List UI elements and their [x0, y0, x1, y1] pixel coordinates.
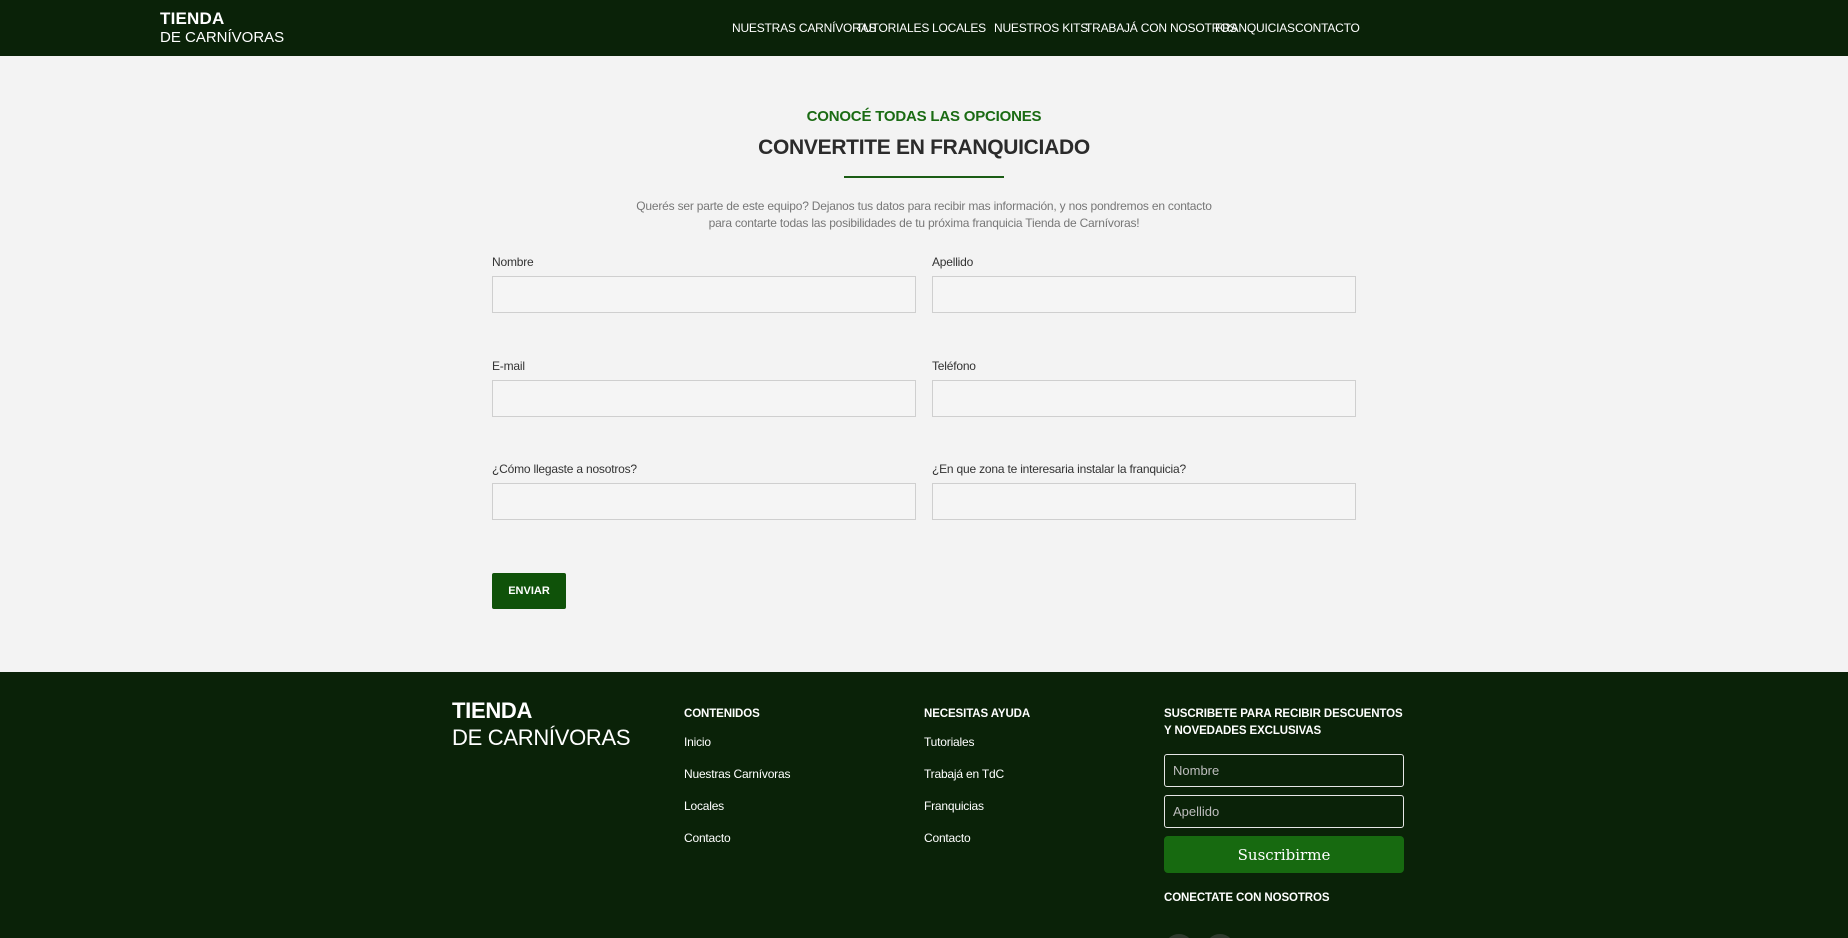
ayuda-heading: NECESITAS AYUDA: [924, 708, 1031, 720]
email-field[interactable]: [492, 380, 916, 417]
footer-link-inicio[interactable]: Inicio: [684, 735, 711, 749]
main-nav: NUESTRAS CARNÍVORAS TUTORIALES LOCALES N…: [0, 0, 1848, 56]
telefono-label: Teléfono: [932, 359, 976, 373]
social-icon[interactable]: [1164, 934, 1194, 938]
page-title: CONVERTITE EN FRANQUICIADO: [758, 136, 1090, 159]
nav-item-locales[interactable]: LOCALES: [932, 21, 986, 35]
apellido-label: Apellido: [932, 255, 974, 269]
footer-link-contacto[interactable]: Contacto: [684, 831, 731, 845]
apellido-field[interactable]: [932, 276, 1356, 313]
footer-link-contacto-ayuda[interactable]: Contacto: [924, 831, 971, 845]
telefono-field[interactable]: [932, 380, 1356, 417]
site-footer: TIENDA DE CARNÍVORAS CONTENIDOS Inicio N…: [0, 672, 1848, 938]
footer-link-nuestras-carnivoras[interactable]: Nuestras Carnívoras: [684, 767, 790, 781]
contenidos-heading: CONTENIDOS: [684, 708, 760, 720]
zona-field[interactable]: [932, 483, 1356, 520]
nav-item-tutoriales[interactable]: TUTORIALES: [856, 21, 929, 35]
email-label: E-mail: [492, 359, 525, 373]
section-eyebrow: CONOCÉ TODAS LAS OPCIONES: [806, 108, 1042, 125]
newsletter-nombre-input[interactable]: [1164, 754, 1404, 787]
nav-item-contacto[interactable]: CONTACTO: [1295, 21, 1360, 35]
enviar-button[interactable]: ENVIAR: [492, 573, 566, 609]
footer-link-locales[interactable]: Locales: [684, 799, 724, 813]
suscribirme-button[interactable]: Suscribirme: [1164, 836, 1404, 873]
top-navbar: TIENDA DE CARNÍVORAS NUESTRAS CARNÍVORAS…: [0, 0, 1848, 56]
title-divider: [844, 176, 1004, 178]
footer-link-tutoriales[interactable]: Tutoriales: [924, 735, 974, 749]
como-llegaste-field[interactable]: [492, 483, 916, 520]
footer-logo[interactable]: TIENDA DE CARNÍVORAS: [452, 698, 631, 750]
footer-link-franquicias[interactable]: Franquicias: [924, 799, 984, 813]
footer-link-trabaja[interactable]: Trabajá en TdC: [924, 767, 1004, 781]
nav-item-franquicias[interactable]: FRANQUICIAS: [1215, 21, 1295, 35]
nav-item-nuestras-carnivoras[interactable]: NUESTRAS CARNÍVORAS: [732, 21, 876, 35]
social-heading: CONECTATE CON NOSOTROS: [1164, 892, 1330, 904]
newsletter-heading: SUSCRIBETE PARA RECIBIR DESCUENTOS Y NOV…: [1164, 708, 1403, 737]
footer-logo-line-1: TIENDA: [452, 698, 533, 723]
zona-label: ¿En que zona te interesaria instalar la …: [932, 462, 1186, 476]
footer-logo-line-2: DE CARNÍVORAS: [452, 725, 631, 750]
newsletter-apellido-input[interactable]: [1164, 795, 1404, 828]
como-llegaste-label: ¿Cómo llegaste a nosotros?: [492, 462, 637, 476]
nombre-field[interactable]: [492, 276, 916, 313]
section-intro: Querés ser parte de este equipo? Dejanos…: [636, 199, 1212, 230]
social-icon[interactable]: [1205, 934, 1235, 938]
nav-item-nuestros-kits[interactable]: NUESTROS KITS: [994, 21, 1088, 35]
nombre-label: Nombre: [492, 255, 534, 269]
